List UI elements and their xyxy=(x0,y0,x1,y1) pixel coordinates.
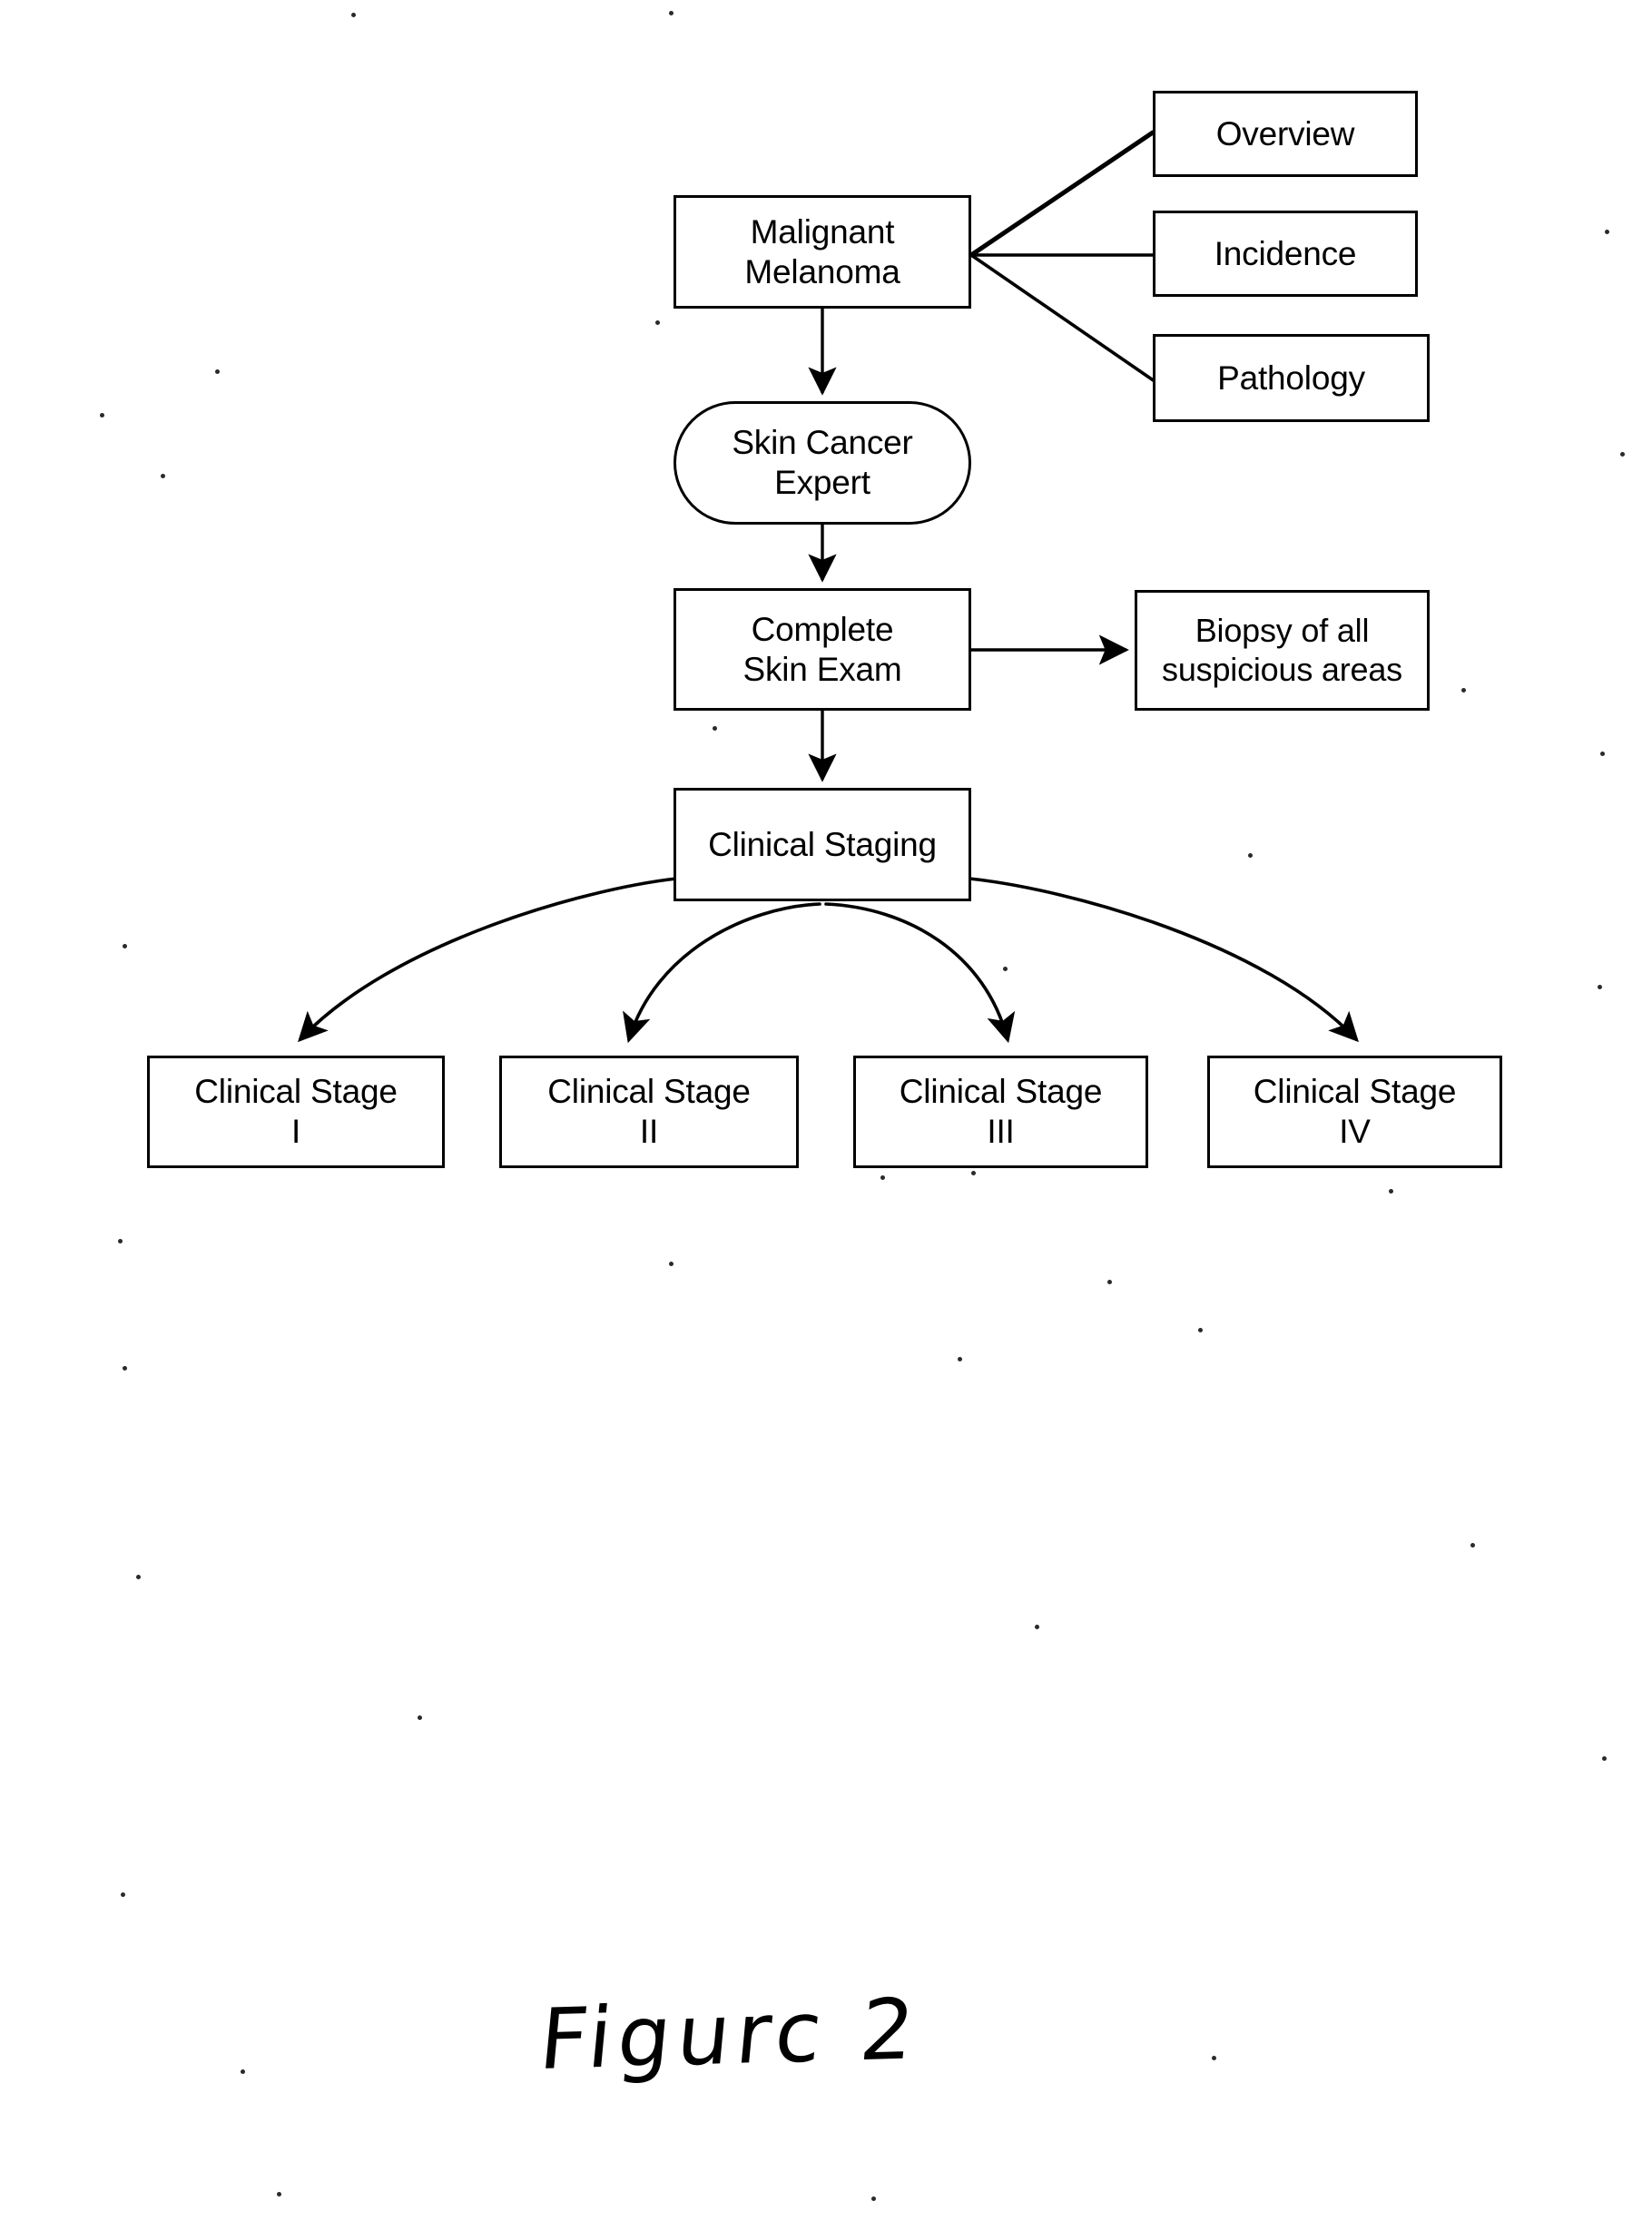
node-label: Clinical Stage II xyxy=(547,1073,751,1150)
node-label: Malignant Melanoma xyxy=(744,212,900,290)
edge-staging-stage1 xyxy=(298,877,678,1043)
node-malignant-melanoma[interactable]: Malignant Melanoma xyxy=(674,195,971,309)
node-overview[interactable]: Overview xyxy=(1153,91,1418,177)
edge-staging-stage3 xyxy=(824,902,1016,1044)
node-label: Clinical Stage I xyxy=(194,1073,398,1150)
node-label: Pathology xyxy=(1217,359,1365,397)
edge-group-staging-to-stages xyxy=(298,877,1359,1044)
node-skin-cancer-expert[interactable]: Skin Cancer Expert xyxy=(674,401,971,525)
node-clinical-stage-2[interactable]: Clinical Stage II xyxy=(499,1056,799,1168)
edge-staging-stage4 xyxy=(968,877,1359,1043)
node-clinical-stage-1[interactable]: Clinical Stage I xyxy=(147,1056,445,1168)
node-incidence[interactable]: Incidence xyxy=(1153,211,1418,297)
node-label: Clinical Staging xyxy=(708,825,937,863)
edge-melanoma-to-topics xyxy=(969,130,1156,383)
edge-staging-stage2 xyxy=(623,902,821,1044)
node-label: Incidence xyxy=(1214,234,1357,272)
node-label: Complete Skin Exam xyxy=(742,610,902,688)
node-label: Skin Cancer Expert xyxy=(732,424,913,501)
node-complete-skin-exam[interactable]: Complete Skin Exam xyxy=(674,588,971,711)
node-pathology[interactable]: Pathology xyxy=(1153,334,1430,422)
node-label: Overview xyxy=(1215,114,1355,152)
node-label: Biopsy of all suspicious areas xyxy=(1162,612,1402,688)
node-clinical-stage-3[interactable]: Clinical Stage III xyxy=(853,1056,1148,1168)
edge-melanoma-overview xyxy=(969,130,1155,258)
node-clinical-stage-4[interactable]: Clinical Stage IV xyxy=(1207,1056,1502,1168)
node-label: Clinical Stage III xyxy=(899,1073,1103,1150)
edge-melanoma-pathology xyxy=(969,253,1156,383)
page-sheet: Malignant Melanoma Overview Incidence Pa… xyxy=(0,0,1652,2221)
node-biopsy-suspicious-areas[interactable]: Biopsy of all suspicious areas xyxy=(1135,590,1430,711)
node-label: Clinical Stage IV xyxy=(1253,1073,1457,1150)
figure-caption-handwritten: Figurc 2 xyxy=(536,1980,925,2089)
node-clinical-staging[interactable]: Clinical Staging xyxy=(674,788,971,901)
